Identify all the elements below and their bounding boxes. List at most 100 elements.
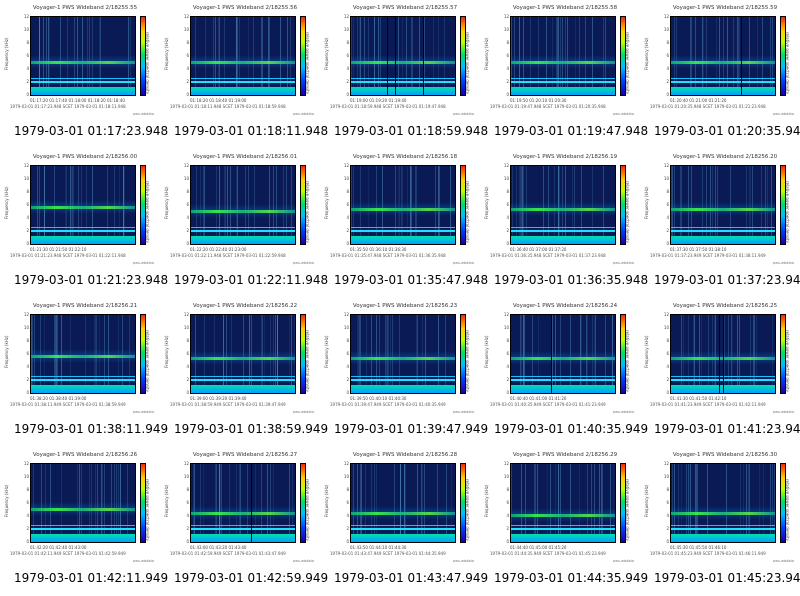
footer-tag: pws-wbdata (452, 559, 474, 563)
thumbnail-caption[interactable]: 1979-03-01 01:38:59.949 (174, 422, 328, 436)
y-tick-label: 6 (186, 53, 189, 58)
y-tick-label: 12 (663, 461, 669, 466)
y-tick-label: 2 (186, 79, 189, 84)
y-axis-label: Frequency (kHz) (324, 186, 329, 219)
thumbnail-title: Voyager-1 PWS Wideband 2/18255.56 (192, 5, 298, 11)
y-tick-label: 4 (26, 66, 29, 71)
y-tick-label: 2 (506, 526, 509, 531)
thumbnail-caption[interactable]: 1979-03-01 01:17:23.948 (14, 124, 168, 138)
spectrogram-thumbnail[interactable]: Voyager-1 PWS Wideband 2/18256.28 Frequen… (320, 447, 488, 596)
colorbar-label: relative power spectral density (145, 32, 150, 94)
thumbnail-caption[interactable]: 1979-03-01 01:42:11.949 (14, 571, 168, 585)
y-tick-label: 4 (666, 513, 669, 518)
footer-tag: pws-wbdata (452, 112, 474, 116)
spectrogram-thumbnail[interactable]: Voyager-1 PWS Wideband 2/18255.56 Frequen… (160, 0, 328, 149)
y-tick-label: 6 (26, 53, 29, 58)
thumbnail-title: Voyager-1 PWS Wideband 2/18256.18 (352, 154, 458, 160)
time-range: 1979-03-01 01:19:47.948 SCET 1979-03-01 … (490, 104, 606, 109)
y-tick-label: 2 (346, 377, 349, 382)
y-axis-label: Frequency (kHz) (4, 37, 9, 70)
y-axis-label: Frequency (kHz) (484, 37, 489, 70)
spectrogram-thumbnail[interactable]: Voyager-1 PWS Wideband 2/18256.30 Frequen… (640, 447, 800, 596)
y-axis-label: Frequency (kHz) (164, 484, 169, 517)
thumbnail-plot: Voyager-1 PWS Wideband 2/18256.00 Frequen… (0, 149, 160, 267)
thumbnail-caption[interactable]: 1979-03-01 01:19:47.948 (494, 124, 648, 138)
thumbnail-caption[interactable]: 1979-03-01 01:40:35.949 (494, 422, 648, 436)
y-tick-label: 2 (26, 228, 29, 233)
spectrogram-thumbnail[interactable]: Voyager-1 PWS Wideband 2/18256.00 Frequen… (0, 149, 168, 298)
thumbnail-caption[interactable]: 1979-03-01 01:18:59.948 (334, 124, 488, 138)
time-range: 1979-03-01 01:18:11.948 SCET 1979-03-01 … (170, 104, 286, 109)
y-tick-label: 8 (346, 189, 349, 194)
y-tick-label: 0 (506, 92, 509, 97)
y-tick-label: 2 (26, 79, 29, 84)
thumbnail-caption[interactable]: 1979-03-01 01:36:35.948 (494, 273, 648, 287)
y-tick-label: 10 (23, 474, 29, 479)
colorbar-label: relative power spectral density (145, 181, 150, 243)
spectrogram-thumbnail[interactable]: Voyager-1 PWS Wideband 2/18256.27 Frequen… (160, 447, 328, 596)
footer-tag: pws-wbdata (452, 410, 474, 414)
spectrogram-thumbnail[interactable]: Voyager-1 PWS Wideband 2/18256.23 Frequen… (320, 298, 488, 447)
spectrogram-thumbnail[interactable]: Voyager-1 PWS Wideband 2/18255.59 Frequen… (640, 0, 800, 149)
y-tick-label: 4 (346, 364, 349, 369)
y-tick-label: 10 (503, 27, 509, 32)
spectrogram-thumbnail[interactable]: Voyager-1 PWS Wideband 2/18256.18 Frequen… (320, 149, 488, 298)
y-tick-label: 4 (346, 215, 349, 220)
y-axis-label: Frequency (kHz) (644, 186, 649, 219)
thumbnail-plot: Voyager-1 PWS Wideband 2/18256.01 Frequen… (160, 149, 320, 267)
y-tick-label: 4 (666, 364, 669, 369)
spectrogram-thumbnail[interactable]: Voyager-1 PWS Wideband 2/18256.25 Frequen… (640, 298, 800, 447)
y-ticks: 12 10 8 6 4 2 0 (182, 163, 189, 247)
y-tick-label: 8 (506, 40, 509, 45)
thumbnail-caption[interactable]: 1979-03-01 01:45:23.949 (654, 571, 800, 585)
thumbnail-caption[interactable]: 1979-03-01 01:18:11.948 (174, 124, 328, 138)
spectrogram-thumbnail[interactable]: Voyager-1 PWS Wideband 2/18256.19 Frequen… (480, 149, 648, 298)
footer-tag: pws-wbdata (612, 261, 634, 265)
y-tick-label: 4 (346, 66, 349, 71)
y-tick-label: 6 (666, 202, 669, 207)
thumbnail-caption[interactable]: 1979-03-01 01:38:11.949 (14, 422, 168, 436)
y-tick-label: 0 (346, 390, 349, 395)
spectrogram-thumbnail[interactable]: Voyager-1 PWS Wideband 2/18256.01 Frequen… (160, 149, 328, 298)
y-ticks: 12 10 8 6 4 2 0 (22, 312, 29, 396)
thumbnail-caption[interactable]: 1979-03-01 01:20:35.948 (654, 124, 800, 138)
y-tick-label: 2 (346, 228, 349, 233)
y-tick-label: 2 (666, 377, 669, 382)
y-tick-label: 2 (346, 79, 349, 84)
thumbnail-caption[interactable]: 1979-03-01 01:22:11.948 (174, 273, 328, 287)
thumbnail-caption[interactable]: 1979-03-01 01:35:47.948 (334, 273, 488, 287)
thumbnail-title: Voyager-1 PWS Wideband 2/18256.24 (512, 303, 618, 309)
y-tick-label: 12 (183, 461, 189, 466)
time-range: 1979-03-01 01:43:47.949 SCET 1979-03-01 … (330, 551, 446, 556)
thumbnail-caption[interactable]: 1979-03-01 01:39:47.949 (334, 422, 488, 436)
spectrogram-thumbnail[interactable]: Voyager-1 PWS Wideband 2/18256.29 Frequen… (480, 447, 648, 596)
thumbnail-title: Voyager-1 PWS Wideband 2/18256.29 (512, 452, 618, 458)
spectrogram-thumbnail[interactable]: Voyager-1 PWS Wideband 2/18256.21 Frequen… (0, 298, 168, 447)
y-tick-label: 10 (663, 325, 669, 330)
spectrogram-thumbnail[interactable]: Voyager-1 PWS Wideband 2/18256.24 Frequen… (480, 298, 648, 447)
y-tick-label: 10 (183, 325, 189, 330)
spectrogram-thumbnail[interactable]: Voyager-1 PWS Wideband 2/18256.22 Frequen… (160, 298, 328, 447)
spectrogram-thumbnail[interactable]: Voyager-1 PWS Wideband 2/18255.55 Frequen… (0, 0, 168, 149)
thumbnail-caption[interactable]: 1979-03-01 01:44:35.949 (494, 571, 648, 585)
thumbnail-caption[interactable]: 1979-03-01 01:41:23.949 (654, 422, 800, 436)
y-tick-label: 12 (343, 461, 349, 466)
spectrogram-thumbnail[interactable]: Voyager-1 PWS Wideband 2/18255.58 Frequen… (480, 0, 648, 149)
spectrogram-thumbnail[interactable]: Voyager-1 PWS Wideband 2/18256.26 Frequen… (0, 447, 168, 596)
y-tick-label: 8 (346, 338, 349, 343)
spectrogram-image (30, 16, 136, 96)
x-axis-ticks: 01:43:00 01:43:20 01:43:40 (190, 545, 247, 550)
spectrogram-thumbnail[interactable]: Voyager-1 PWS Wideband 2/18255.57 Frequen… (320, 0, 488, 149)
y-ticks: 12 10 8 6 4 2 0 (22, 163, 29, 247)
y-tick-label: 8 (506, 338, 509, 343)
thumbnail-caption[interactable]: 1979-03-01 01:21:23.948 (14, 273, 168, 287)
thumbnail-caption[interactable]: 1979-03-01 01:37:23.949 (654, 273, 800, 287)
y-tick-label: 4 (186, 66, 189, 71)
y-tick-label: 2 (506, 377, 509, 382)
footer-tag: pws-wbdata (132, 112, 154, 116)
spectrogram-thumbnail[interactable]: Voyager-1 PWS Wideband 2/18256.20 Frequen… (640, 149, 800, 298)
thumbnail-caption[interactable]: 1979-03-01 01:43:47.949 (334, 571, 488, 585)
y-tick-label: 0 (346, 241, 349, 246)
colorbar-label: relative power spectral density (465, 181, 470, 243)
thumbnail-caption[interactable]: 1979-03-01 01:42:59.949 (174, 571, 328, 585)
